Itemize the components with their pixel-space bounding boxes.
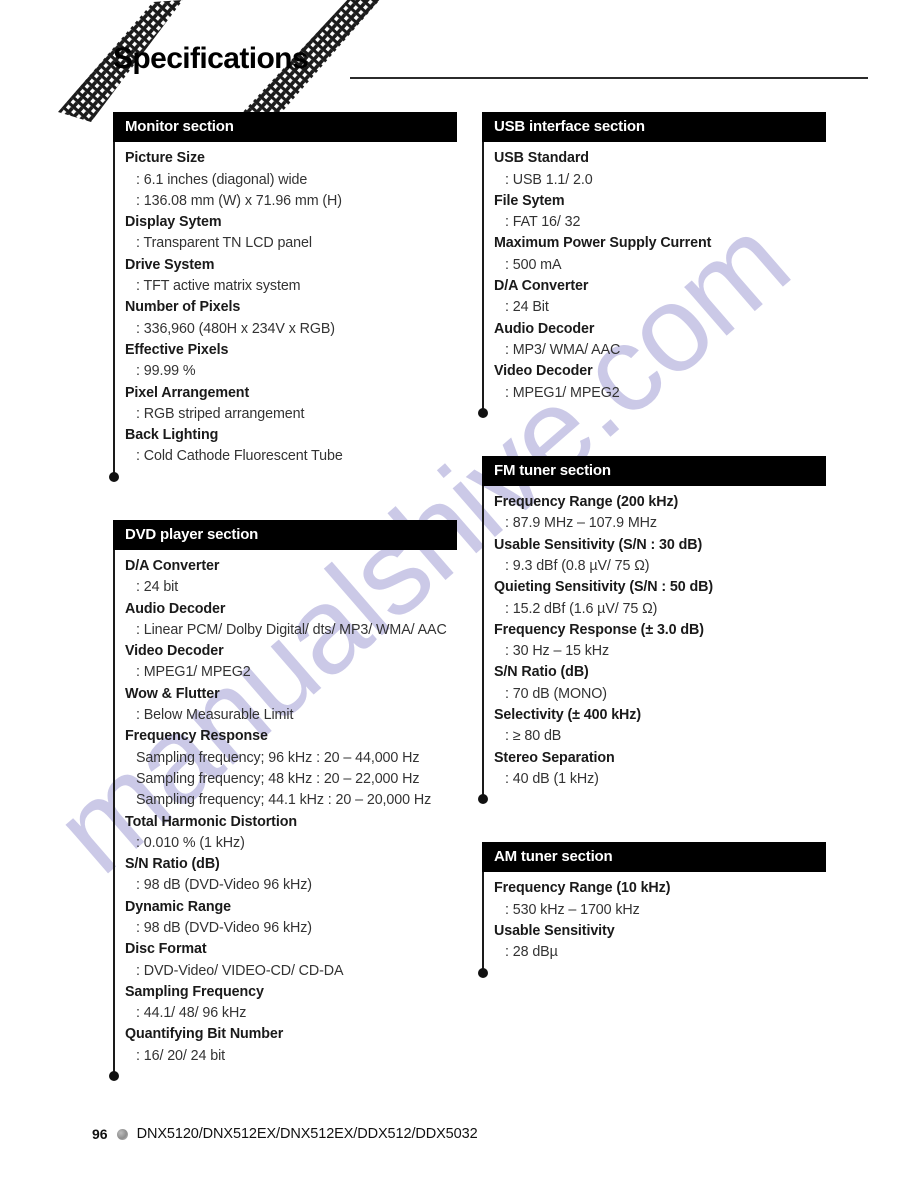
spec-term: Number of Pixels <box>125 299 241 316</box>
spec-value: : Below Measurable Limit <box>136 707 294 724</box>
page-footer: 96 DNX5120/DNX512EX/DNX512EX/DDX512/DDX5… <box>92 1126 478 1142</box>
section-body: USB Standard : USB 1.1/ 2.0 File Sytem : FA… <box>478 142 826 418</box>
spec-term: S/N Ratio (dB) <box>494 664 589 681</box>
spec-value: : Transparent TN LCD panel <box>136 235 312 252</box>
spec-term: Sampling Frequency <box>125 983 264 1000</box>
spec-value: : ≥ 80 dB <box>505 728 562 745</box>
spec-term: D/A Converter <box>494 278 589 295</box>
spec-value: : 15.2 dBf (1.6 µV/ 75 Ω) <box>505 600 658 617</box>
spec-term: Quantifying Bit Number <box>125 1026 284 1043</box>
spec-value: : 16/ 20/ 24 bit <box>136 1047 226 1064</box>
spec-term: Stereo Separation <box>494 749 615 766</box>
left-column: Monitor section Picture Size : 6.1 inches … <box>109 112 457 1082</box>
spec-value: : 40 dB (1 kHz) <box>505 770 599 787</box>
spec-term: Display Sytem <box>125 214 222 231</box>
spec-value: : 336,960 (480H x 234V x RGB) <box>136 320 335 337</box>
spec-term: Quieting Sensitivity (S/N : 50 dB) <box>494 579 714 596</box>
spec-value: : TFT active matrix system <box>136 278 301 295</box>
section-body: Picture Size : 6.1 inches (diagonal) wide… <box>109 142 457 483</box>
spec-value: : DVD-Video/ VIDEO-CD/ CD-DA <box>136 962 344 979</box>
spec-term: Frequency Response <box>125 728 268 745</box>
section-heading: USB interface section <box>482 112 826 143</box>
spec-section: DVD player section D/A Converter : 24 bit A… <box>109 519 457 1082</box>
spec-value: : 87.9 MHz – 107.9 MHz <box>505 515 657 532</box>
spec-section: AM tuner section Frequency Range (10 kHz)… <box>478 842 826 978</box>
spec-value: : 6.1 inches (diagonal) wide <box>136 171 308 188</box>
spec-term: Wow & Flutter <box>125 685 220 702</box>
spec-value: : 99.99 % <box>136 363 196 380</box>
spec-value: : 0.010 % (1 kHz) <box>136 834 245 851</box>
section-heading: Monitor section <box>113 112 457 143</box>
spec-term: File Sytem <box>494 192 565 209</box>
spec-value: Sampling frequency; 44.1 kHz : 20 – 20,0… <box>136 792 432 809</box>
spec-value: : 28 dBµ <box>505 944 558 961</box>
spec-term: Audio Decoder <box>494 320 595 337</box>
spec-term: D/A Converter <box>125 557 220 574</box>
halftone-dot-icon <box>116 1128 128 1140</box>
spec-term: Dynamic Range <box>125 898 231 915</box>
spec-value: : 500 mA <box>505 256 562 273</box>
spec-term: Back Lighting <box>125 427 219 444</box>
spec-section: FM tuner section Frequency Range (200 kHz… <box>478 455 826 805</box>
title-rule <box>350 77 868 79</box>
spec-term: Frequency Range (10 kHz) <box>494 880 671 897</box>
spec-term: USB Standard <box>494 150 589 167</box>
spec-value: : MPEG1/ MPEG2 <box>505 384 620 401</box>
section-body: Frequency Range (10 kHz) : 530 kHz – 1700… <box>478 872 826 978</box>
spec-value: Sampling frequency; 48 kHz : 20 – 22,000… <box>136 770 420 787</box>
spec-term: Video Decoder <box>125 643 224 660</box>
spec-term: Maximum Power Supply Current <box>494 235 712 252</box>
section-body: D/A Converter : 24 bit Audio Decoder : Line… <box>109 549 457 1082</box>
spec-value: : 44.1/ 48/ 96 kHz <box>136 1005 247 1022</box>
section-body: Frequency Range (200 kHz) : 87.9 MHz – 10… <box>478 486 826 805</box>
spec-section: Monitor section Picture Size : 6.1 inches … <box>109 112 457 483</box>
footer-page-number: 96 <box>92 1126 108 1142</box>
spec-value: : 136.08 mm (W) x 71.96 mm (H) <box>136 192 342 209</box>
right-column: USB interface section USB Standard : USB 1… <box>478 112 826 978</box>
spec-value: : 9.3 dBf (0.8 µV/ 75 Ω) <box>505 557 650 574</box>
spec-value: : 98 dB (DVD-Video 96 kHz) <box>136 877 312 894</box>
spec-value: : USB 1.1/ 2.0 <box>505 171 593 188</box>
spec-term: Usable Sensitivity <box>494 923 615 940</box>
spec-term: Video Decoder <box>494 363 593 380</box>
spec-term: Effective Pixels <box>125 341 229 358</box>
spec-term: S/N Ratio (dB) <box>125 856 220 873</box>
spec-value: : 24 bit <box>136 579 179 596</box>
section-heading: AM tuner section <box>482 842 826 873</box>
spec-value: : 98 dB (DVD-Video 96 kHz) <box>136 920 312 936</box>
spec-value: : MP3/ WMA/ AAC <box>505 341 621 358</box>
page-title: Specifications <box>113 42 309 75</box>
spec-value: : FAT 16/ 32 <box>505 214 581 231</box>
spec-value: : 24 Bit <box>505 299 549 316</box>
spec-term: Usable Sensitivity (S/N : 30 dB) <box>494 536 703 553</box>
spec-value: : 70 dB (MONO) <box>505 685 607 702</box>
spec-term: Picture Size <box>125 150 205 167</box>
spec-value: Sampling frequency; 96 kHz : 20 – 44,000… <box>136 749 420 766</box>
spec-term: Audio Decoder <box>125 600 226 617</box>
section-heading: FM tuner section <box>482 455 826 487</box>
spec-value: : RGB striped arrangement <box>136 405 305 422</box>
spec-value: : MPEG1/ MPEG2 <box>136 664 251 681</box>
footer-model-list: DNX5120/DNX512EX/DNX512EX/DDX512/DDX5032 <box>136 1126 478 1142</box>
spec-term: Disc Format <box>125 941 207 958</box>
spec-term: Selectivity (± 400 kHz) <box>494 707 641 724</box>
spec-section: USB interface section USB Standard : USB 1… <box>478 112 826 418</box>
spec-term: Total Harmonic Distortion <box>125 813 297 830</box>
spec-term: Drive System <box>125 256 215 273</box>
section-heading: DVD player section <box>113 519 457 550</box>
spec-value: : Linear PCM/ Dolby Digital/ dts/ MP3/ W… <box>136 621 447 638</box>
spec-term: Frequency Range (200 kHz) <box>494 494 679 511</box>
spec-term: Frequency Response (± 3.0 dB) <box>494 621 704 638</box>
spec-value: : Cold Cathode Fluorescent Tube <box>136 448 343 465</box>
spec-value: : 530 kHz – 1700 kHz <box>505 901 640 918</box>
spec-value: : 30 Hz – 15 kHz <box>505 643 610 660</box>
spec-term: Pixel Arrangement <box>125 384 250 401</box>
